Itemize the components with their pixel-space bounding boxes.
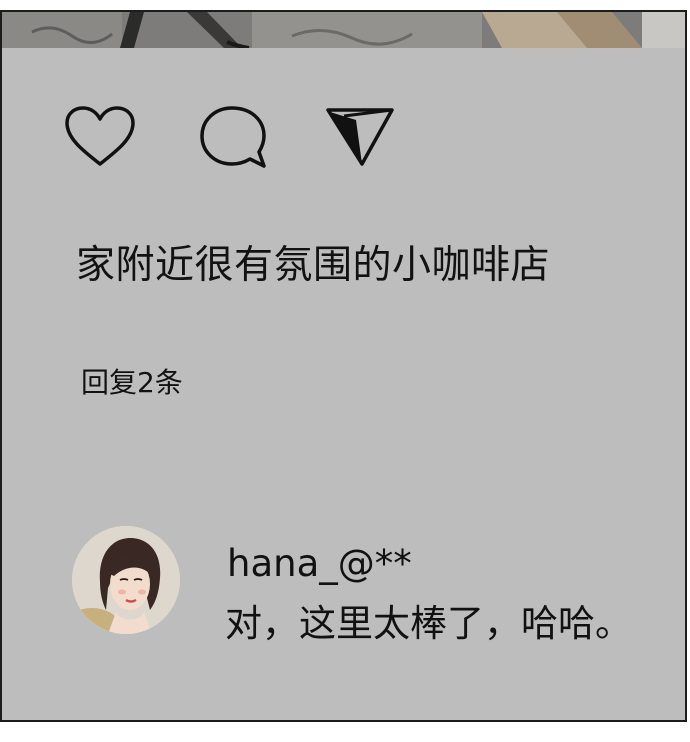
- post-panel: 家附近很有氛围的小咖啡店 回复2条 hana_@** 对，这里太棒了，哈哈。: [0, 10, 687, 722]
- view-replies-link[interactable]: 回复2条: [81, 361, 183, 401]
- post-caption: 家附近很有氛围的小咖啡店: [76, 243, 551, 288]
- post-card: 家附近很有氛围的小咖啡店 回复2条 hana_@** 对，这里太棒了，哈哈。: [2, 48, 685, 720]
- background-photo-strip: [2, 12, 685, 48]
- avatar[interactable]: [72, 526, 180, 634]
- comment-item: hana_@** 对，这里太棒了，哈哈。: [72, 526, 672, 646]
- comment-username[interactable]: hana_@**: [227, 542, 412, 585]
- send-icon[interactable]: [324, 104, 396, 170]
- comment-icon[interactable]: [198, 104, 270, 174]
- comment-text: 对，这里太棒了，哈哈。: [225, 602, 632, 645]
- heart-icon[interactable]: [62, 104, 138, 170]
